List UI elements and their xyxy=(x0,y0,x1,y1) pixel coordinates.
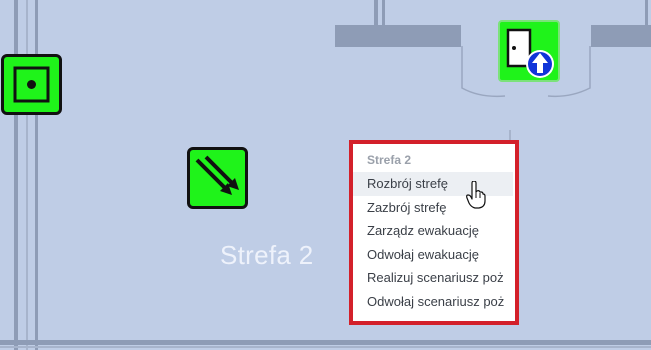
exit-door-icon[interactable] xyxy=(498,20,560,82)
zone-context-menu: Strefa 2 Rozbrój strefę Zazbrój strefę Z… xyxy=(349,140,519,325)
menu-item-arm-zone[interactable]: Zazbrój strefę xyxy=(353,196,513,220)
hand-pointer-cursor-icon xyxy=(466,181,486,209)
menu-item-run-fire-scenario[interactable]: Realizuj scenariusz poż xyxy=(353,266,513,290)
square-sensor-icon[interactable] xyxy=(1,54,62,115)
menu-item-order-evacuation[interactable]: Zarządz ewakuację xyxy=(353,219,513,243)
menu-item-disarm-zone[interactable]: Rozbrój strefę xyxy=(353,172,513,196)
menu-item-cancel-evacuation[interactable]: Odwołaj ewakuację xyxy=(353,243,513,267)
motion-detector-icon[interactable] xyxy=(187,147,248,209)
menu-item-cancel-fire-scenario[interactable]: Odwołaj scenariusz poż xyxy=(353,290,513,314)
zone-label: Strefa 2 xyxy=(220,240,314,270)
context-menu-title: Strefa 2 xyxy=(367,153,412,167)
